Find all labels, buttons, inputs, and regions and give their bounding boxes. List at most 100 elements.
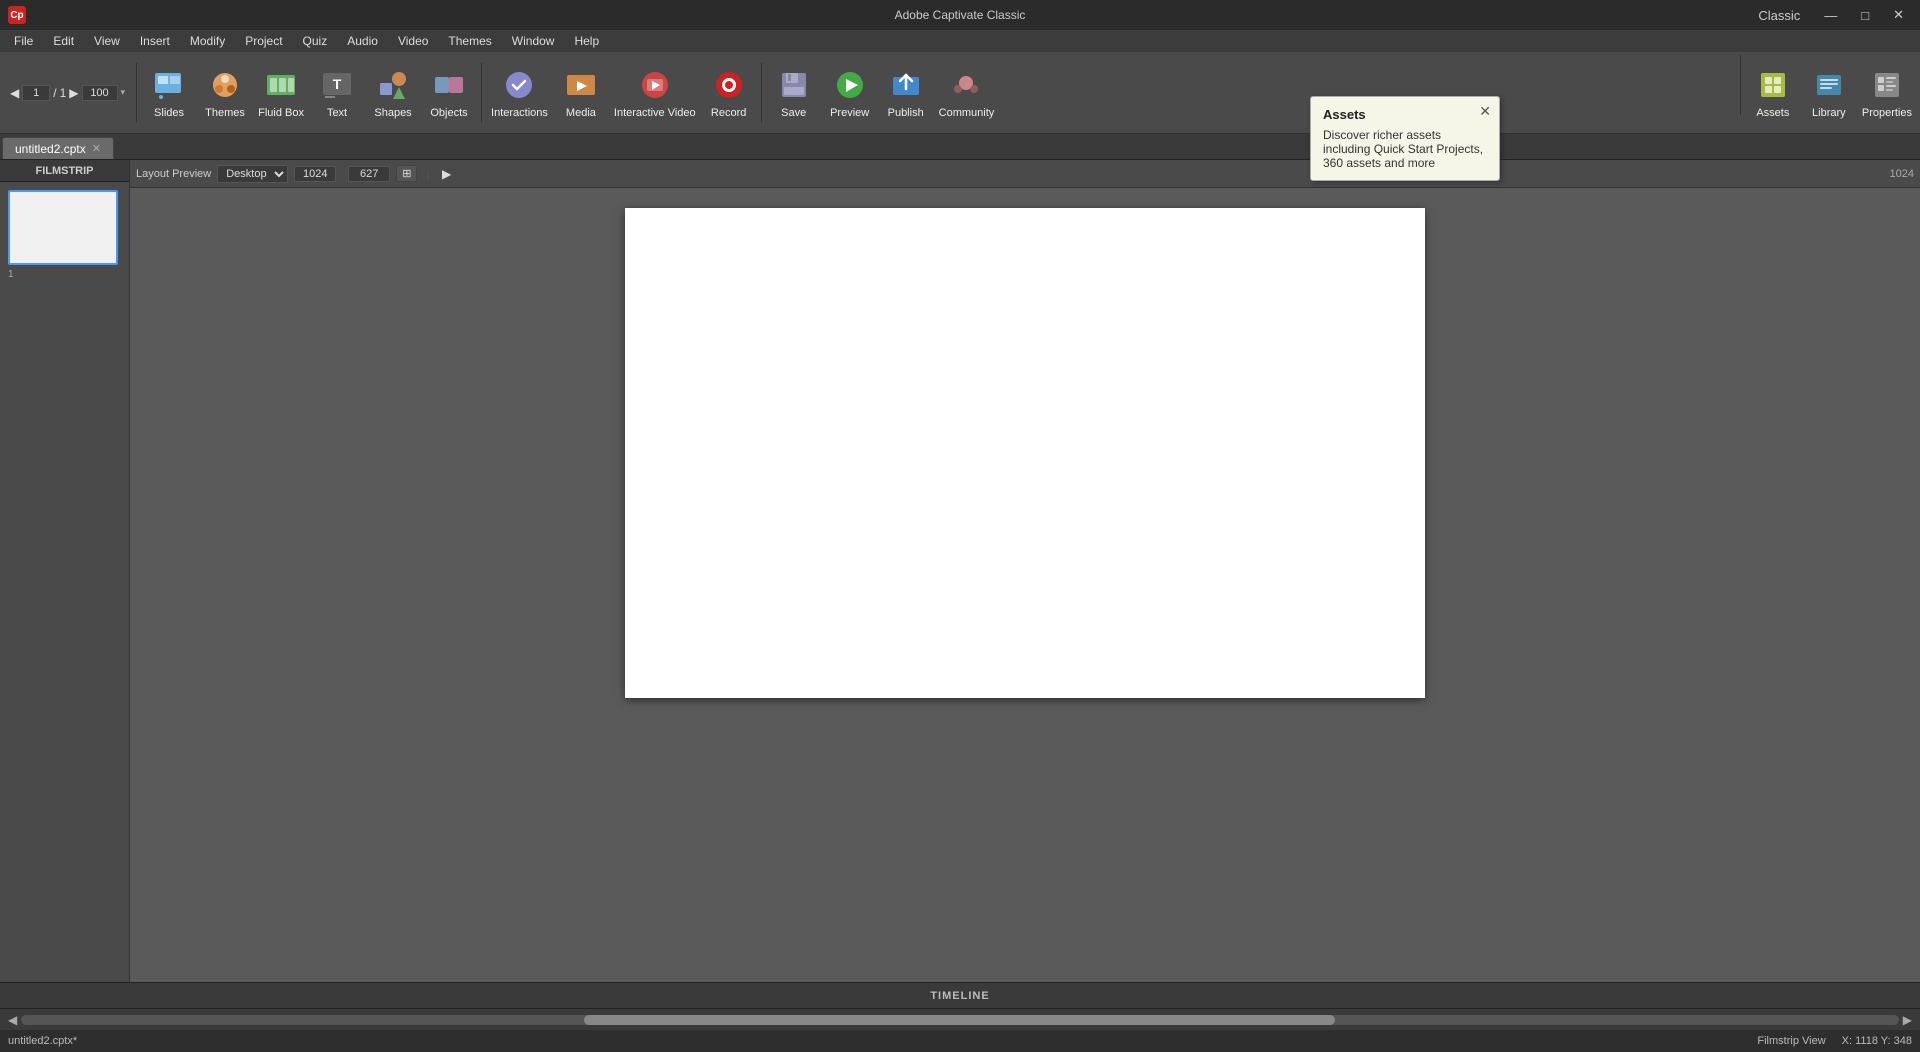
slide-canvas[interactable] bbox=[625, 208, 1425, 698]
menu-item-video[interactable]: Video bbox=[388, 32, 438, 50]
fluid-box-icon bbox=[263, 67, 299, 103]
slide-thumbnail-1[interactable]: 1 bbox=[8, 190, 121, 280]
interactions-label: Interactions bbox=[491, 107, 548, 119]
interactive-video-label: Interactive Video bbox=[614, 107, 696, 119]
shapes-label: Shapes bbox=[374, 107, 411, 119]
slides-icon bbox=[151, 67, 187, 103]
canvas-height-input[interactable]: 627 bbox=[348, 166, 390, 182]
menu-item-help[interactable]: Help bbox=[564, 32, 609, 50]
menu-item-themes[interactable]: Themes bbox=[438, 32, 501, 50]
text-label: Text bbox=[327, 107, 347, 119]
slides-label: Slides bbox=[154, 107, 184, 119]
scrollbar-thumb[interactable] bbox=[584, 1015, 1335, 1025]
assets-label: Assets bbox=[1756, 107, 1789, 119]
community-icon bbox=[948, 67, 984, 103]
main-content: FILMSTRIP 1 Layout Preview Desktop Table… bbox=[0, 160, 1920, 982]
page-total: 1 bbox=[60, 86, 67, 100]
preview-tool[interactable]: Preview bbox=[823, 55, 877, 131]
save-icon bbox=[776, 67, 812, 103]
themes-tool[interactable]: Themes bbox=[198, 55, 252, 131]
scroll-right-button[interactable]: ▶ bbox=[1899, 1013, 1916, 1027]
minimize-button[interactable]: — bbox=[1816, 6, 1845, 25]
title-bar: Cp Adobe Captivate Classic Classic — □ ✕ bbox=[0, 0, 1920, 30]
menu-item-audio[interactable]: Audio bbox=[337, 32, 388, 50]
tab-bar: untitled2.cptx ✕ bbox=[0, 134, 1920, 160]
timeline-scroll: ◀ ▶ bbox=[0, 1008, 1920, 1030]
menu-item-edit[interactable]: Edit bbox=[43, 32, 84, 50]
toolbar-separator-4 bbox=[1740, 55, 1741, 115]
media-tool[interactable]: Media bbox=[554, 55, 608, 131]
shapes-tool[interactable]: Shapes bbox=[366, 55, 420, 131]
toolbar-separator-3 bbox=[761, 63, 762, 123]
close-button[interactable]: ✕ bbox=[1885, 5, 1912, 25]
publish-tool[interactable]: Publish bbox=[879, 55, 933, 131]
menu-bar: File Edit View Insert Modify Project Qui… bbox=[0, 30, 1920, 52]
save-tool[interactable]: Save bbox=[767, 55, 821, 131]
publish-icon bbox=[888, 67, 924, 103]
objects-tool[interactable]: Objects bbox=[422, 55, 476, 131]
scroll-left-button[interactable]: ◀ bbox=[4, 1013, 21, 1027]
slide-number: 1 bbox=[8, 269, 121, 280]
toolbar-right: Assets Library Properties bbox=[1737, 55, 1916, 131]
prev-page-button[interactable]: ◀ bbox=[10, 86, 19, 100]
fluid-box-tool[interactable]: Fluid Box bbox=[254, 55, 308, 131]
properties-label: Properties bbox=[1862, 107, 1912, 119]
interactive-video-tool[interactable]: Interactive Video bbox=[610, 55, 700, 131]
status-right: Filmstrip View X: 1118 Y: 348 bbox=[1757, 1035, 1912, 1047]
library-tool[interactable]: Library bbox=[1802, 55, 1856, 131]
zoom-input[interactable]: 100 bbox=[82, 85, 118, 101]
page-separator: / bbox=[53, 86, 56, 100]
objects-icon bbox=[431, 67, 467, 103]
objects-label: Objects bbox=[430, 107, 467, 119]
canvas-width-input[interactable]: 1024 bbox=[294, 166, 336, 182]
canvas-scroll-area[interactable] bbox=[130, 188, 1920, 982]
text-tool[interactable]: T Text bbox=[310, 55, 364, 131]
svg-text:T: T bbox=[333, 76, 342, 92]
preview-icon bbox=[832, 67, 868, 103]
menu-item-window[interactable]: Window bbox=[502, 32, 565, 50]
assets-popup-body: Discover richer assets including Quick S… bbox=[1323, 128, 1487, 170]
maximize-button[interactable]: □ bbox=[1853, 6, 1877, 25]
zoom-dropdown-button[interactable]: ▾ bbox=[121, 87, 126, 98]
interactions-tool[interactable]: Interactions bbox=[487, 55, 552, 131]
title-bar-left: Cp bbox=[8, 6, 26, 24]
page-number-input[interactable]: 1 bbox=[22, 85, 50, 101]
filmstrip-content: 1 bbox=[0, 182, 129, 982]
slides-tool[interactable]: Slides bbox=[142, 55, 196, 131]
tab-label: untitled2.cptx bbox=[15, 142, 86, 156]
assets-icon bbox=[1755, 67, 1791, 103]
library-label: Library bbox=[1812, 107, 1846, 119]
toolbar-separator-2 bbox=[481, 63, 482, 123]
interactions-icon bbox=[501, 67, 537, 103]
view-mode-label: Filmstrip View bbox=[1757, 1035, 1825, 1047]
menu-item-project[interactable]: Project bbox=[235, 32, 292, 50]
menu-item-file[interactable]: File bbox=[4, 32, 43, 50]
properties-icon bbox=[1869, 67, 1905, 103]
layout-select[interactable]: Desktop Tablet Mobile bbox=[217, 165, 288, 183]
community-tool[interactable]: Community bbox=[935, 55, 999, 131]
save-label: Save bbox=[781, 107, 806, 119]
horizontal-scrollbar[interactable] bbox=[21, 1015, 1899, 1025]
canvas-toolbar: Layout Preview Desktop Tablet Mobile 102… bbox=[130, 160, 1920, 188]
assets-tool[interactable]: Assets bbox=[1746, 55, 1800, 131]
tab-close-button[interactable]: ✕ bbox=[92, 142, 101, 155]
slide-thumb-image[interactable] bbox=[8, 190, 118, 265]
play-preview-button[interactable]: ▶ bbox=[439, 166, 455, 182]
toolbar: ◀ 1 / 1 ▶ 100 ▾ Slides Themes Fluid Box … bbox=[0, 52, 1920, 134]
preview-label: Preview bbox=[830, 107, 869, 119]
tab-untitled2[interactable]: untitled2.cptx ✕ bbox=[2, 137, 114, 159]
properties-tool[interactable]: Properties bbox=[1858, 55, 1916, 131]
window-controls[interactable]: Classic — □ ✕ bbox=[1750, 5, 1912, 25]
assets-popup-close-button[interactable]: ✕ bbox=[1479, 103, 1491, 120]
timeline-bar: TIMELINE bbox=[0, 982, 1920, 1008]
next-page-button[interactable]: ▶ bbox=[69, 86, 78, 100]
canvas-area: Layout Preview Desktop Tablet Mobile 102… bbox=[130, 160, 1920, 982]
shapes-icon bbox=[375, 67, 411, 103]
menu-item-view[interactable]: View bbox=[84, 32, 130, 50]
record-tool[interactable]: Record bbox=[702, 55, 756, 131]
fit-canvas-button[interactable]: ⊞ bbox=[396, 165, 417, 182]
menu-item-quiz[interactable]: Quiz bbox=[293, 32, 338, 50]
menu-item-modify[interactable]: Modify bbox=[180, 32, 235, 50]
menu-item-insert[interactable]: Insert bbox=[130, 32, 180, 50]
library-icon bbox=[1811, 67, 1847, 103]
